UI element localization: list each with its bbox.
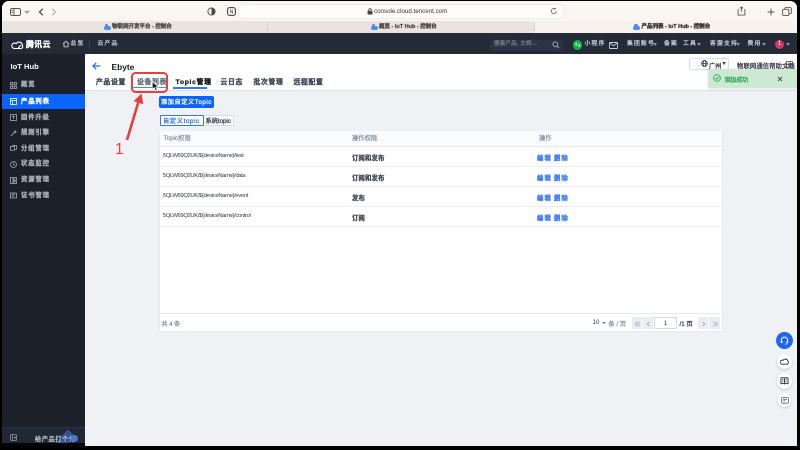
svg-text:1: 1 <box>115 141 124 158</box>
svg-text:N: N <box>229 9 233 15</box>
